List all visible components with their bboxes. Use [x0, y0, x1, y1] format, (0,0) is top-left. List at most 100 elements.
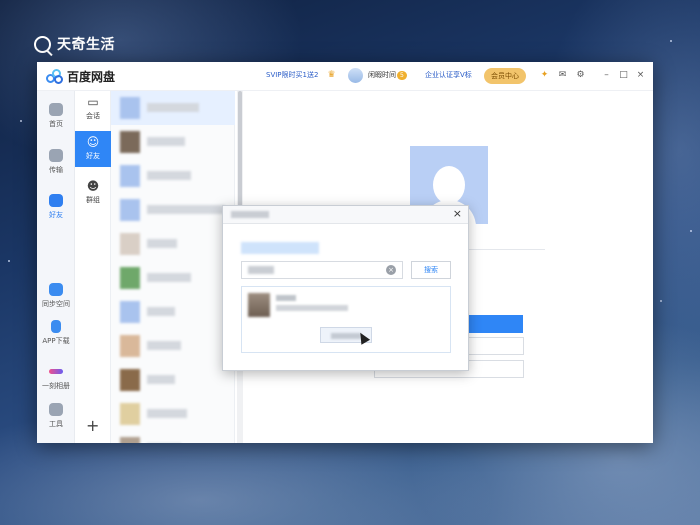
clear-icon[interactable]: ×: [386, 265, 396, 275]
avatar: [120, 97, 140, 119]
send-message-button[interactable]: [467, 315, 523, 333]
nav-item-transfer[interactable]: 传输: [37, 149, 75, 175]
gamepad-icon[interactable]: ✦: [539, 70, 550, 81]
level-badge: 5: [397, 71, 407, 80]
close-icon[interactable]: ×: [453, 207, 462, 220]
dialog-header: ×: [223, 206, 468, 224]
tab-label: 会话: [86, 112, 100, 120]
crown-icon[interactable]: ♛: [326, 70, 337, 81]
user-avatar[interactable]: [348, 68, 363, 83]
search-input[interactable]: ×: [241, 261, 403, 279]
avatar: [120, 335, 140, 357]
vip-center-button[interactable]: 会员中心: [484, 68, 526, 84]
avatar: [120, 369, 140, 391]
friend-name-blurred: [147, 307, 175, 316]
nav-item-tools[interactable]: 工具: [37, 403, 75, 429]
nav-label: 传输: [49, 166, 63, 174]
person-icon: ☺: [86, 135, 100, 149]
svip-promo-link[interactable]: SVIP限时买1送2: [266, 70, 318, 80]
friend-name-blurred: [147, 137, 185, 146]
app-name: 百度网盘: [67, 70, 116, 84]
brand: 百度网盘: [46, 68, 115, 85]
list-item[interactable]: [111, 193, 235, 227]
minimize-icon[interactable]: –: [601, 70, 612, 81]
nav-item-friends[interactable]: 好友: [37, 194, 75, 220]
maximize-icon[interactable]: □: [618, 70, 629, 81]
list-item[interactable]: [111, 329, 235, 363]
nav-item-home[interactable]: 首页: [37, 103, 75, 129]
search-button[interactable]: 搜索: [411, 261, 451, 279]
phone-icon: [51, 320, 61, 333]
avatar: [120, 437, 140, 443]
dialog-title-blurred: [231, 211, 269, 218]
tools-icon: [49, 403, 63, 416]
close-window-icon[interactable]: ×: [635, 70, 646, 81]
friend-name-blurred: [147, 409, 187, 418]
album-icon: [49, 369, 63, 374]
avatar: [120, 267, 140, 289]
list-item[interactable]: [111, 227, 235, 261]
list-item[interactable]: [111, 91, 235, 125]
friend-name-blurred: [147, 171, 191, 180]
nav-label: 同步空间: [42, 300, 70, 308]
left-nav: 首页 传输 好友 同步空间 APP下载 一刻相册 工具: [37, 91, 75, 443]
nav-item-sync-space[interactable]: 同步空间: [37, 283, 75, 309]
friend-name-blurred: [147, 103, 199, 112]
list-item[interactable]: [111, 363, 235, 397]
dialog-tab-blurred[interactable]: [241, 242, 319, 254]
tab-friends[interactable]: ☺ 好友: [75, 131, 111, 167]
tab-groups[interactable]: ☻ 群组: [75, 175, 111, 211]
result-id-blurred: [276, 305, 348, 311]
friend-name-blurred: [147, 375, 175, 384]
sync-icon: [49, 283, 63, 296]
chat-icon: ▭: [87, 95, 99, 109]
watermark: 天奇生活: [34, 34, 115, 54]
avatar: [248, 293, 270, 317]
sub-nav: ▭ 会话 ☺ 好友 ☻ 群组 +: [75, 91, 111, 443]
username[interactable]: 闲暇时间: [368, 70, 396, 80]
avatar: [120, 233, 140, 255]
tab-label: 群组: [86, 196, 100, 204]
list-item[interactable]: [111, 261, 235, 295]
list-item[interactable]: [111, 397, 235, 431]
tab-label: 好友: [86, 152, 100, 160]
friend-list: [111, 91, 235, 443]
nav-item-app-download[interactable]: APP下载: [37, 320, 75, 346]
nav-item-album[interactable]: 一刻相册: [37, 365, 75, 391]
nav-label: 好友: [49, 211, 63, 219]
result-name-blurred: [276, 295, 296, 301]
enterprise-verify-link[interactable]: 企业认证享V标: [425, 70, 472, 80]
title-bar: 百度网盘 SVIP限时买1送2 ♛ 闲暇时间 5 企业认证享V标 会员中心 ✦ …: [37, 62, 653, 91]
list-item[interactable]: [111, 431, 235, 443]
list-item[interactable]: [111, 159, 235, 193]
avatar: [120, 165, 140, 187]
avatar: [120, 403, 140, 425]
watermark-logo-icon: [34, 35, 51, 53]
friend-name-blurred: [147, 239, 177, 248]
friend-name-blurred: [147, 205, 225, 214]
add-friend-dialog: × × 搜索: [222, 205, 469, 371]
friend-name-blurred: [147, 273, 191, 282]
scroll-thumb[interactable]: [238, 91, 242, 211]
list-item[interactable]: [111, 125, 235, 159]
search-result-card: [241, 286, 451, 353]
avatar: [120, 301, 140, 323]
nav-label: 首页: [49, 120, 63, 128]
avatar: [120, 131, 140, 153]
nav-label: 工具: [49, 420, 63, 428]
friends-icon: [49, 194, 63, 207]
add-icon[interactable]: +: [86, 416, 99, 435]
baidu-netdisk-logo-icon: [46, 69, 63, 84]
watermark-text: 天奇生活: [57, 37, 115, 53]
nav-label: 一刻相册: [42, 382, 70, 390]
avatar: [120, 199, 140, 221]
search-text-blurred: [248, 266, 274, 274]
mail-icon[interactable]: ✉: [557, 70, 568, 81]
list-item[interactable]: [111, 295, 235, 329]
nav-label: APP下载: [42, 337, 70, 345]
tab-chat[interactable]: ▭ 会话: [75, 91, 111, 127]
settings-icon[interactable]: ⚙: [575, 70, 586, 81]
home-icon: [49, 103, 63, 116]
friend-name-blurred: [147, 341, 181, 350]
group-icon: ☻: [86, 179, 100, 193]
